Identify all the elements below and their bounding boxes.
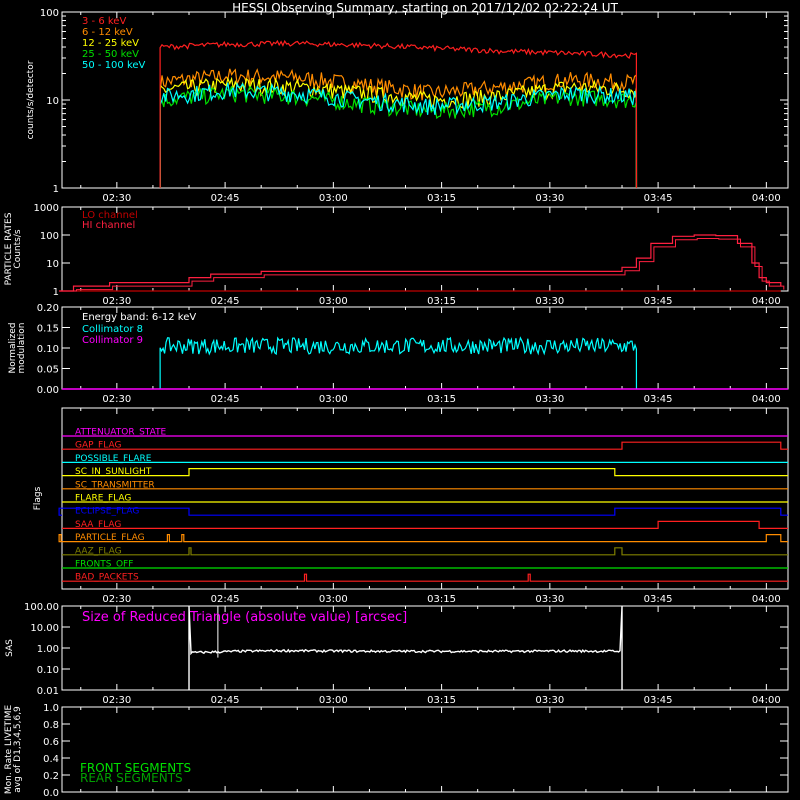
time-tick-label: 03:45	[644, 193, 673, 204]
panel-frame	[61, 407, 789, 590]
time-tick-label: 03:00	[319, 296, 348, 307]
time-tick-label: 02:30	[102, 695, 131, 706]
time-tick-label: 03:15	[427, 394, 456, 405]
time-tick-label: 03:15	[427, 695, 456, 706]
y-tick-label: 1.0	[43, 703, 59, 714]
time-tick-label: 03:30	[535, 193, 564, 204]
y-axis-title-2: Counts/s	[13, 229, 23, 268]
legend-entry-0: 3 - 6 keV	[82, 16, 126, 27]
legend-entry-3: 25 - 50 keV	[82, 49, 139, 60]
time-tick-label: 02:45	[211, 695, 240, 706]
time-tick-label: 04:00	[752, 296, 781, 307]
y-tick-label: 1	[53, 184, 59, 195]
particle-series-1	[59, 234, 782, 292]
time-tick-label: 02:30	[102, 594, 131, 605]
time-tick-label: 03:30	[535, 695, 564, 706]
y-tick-label: 100	[40, 231, 59, 242]
legend-entry-0: Collimator 8	[82, 324, 143, 335]
series-line-4	[159, 81, 638, 189]
flags-panel: 02:30 02:45 03:00 03:15 03:30 03:45 04:00 Flags…	[33, 407, 789, 605]
y-tick-label: 0.10	[37, 344, 59, 355]
count-rates-panel: 02:30 02:45 03:00 03:15 03:30 03:45 04:00 1 10 10…	[26, 8, 789, 204]
y-tick-label: 100	[40, 8, 59, 19]
time-tick-label: 04:00	[752, 193, 781, 204]
time-tick-label: 03:45	[644, 394, 673, 405]
y-tick-label: 0.8	[43, 720, 59, 731]
panel-frame	[61, 206, 789, 292]
y-tick-label: 100.00	[24, 602, 59, 613]
sas-panel: 02:30 02:45 03:00 03:15 03:30 03:45 04:00 0.01 0…	[5, 602, 789, 706]
y-tick-label: 0.6	[43, 737, 59, 748]
time-tick-label: 02:45	[211, 394, 240, 405]
time-tick-label: 03:15	[427, 193, 456, 204]
series-line-2	[159, 76, 638, 189]
series-line-0	[159, 39, 638, 189]
time-tick-label: 02:45	[211, 594, 240, 605]
legend-entry-1: REAR SEGMENTS	[80, 771, 183, 785]
flag-trace	[62, 468, 788, 477]
y-tick-label: 10	[46, 96, 59, 107]
y-axis-title: SAS	[5, 639, 15, 657]
flag-trace	[58, 534, 788, 543]
time-tick-label: 03:00	[319, 193, 348, 204]
time-tick-label: 02:30	[102, 296, 131, 307]
time-tick-label: 04:00	[752, 594, 781, 605]
time-tick-label: 03:45	[644, 594, 673, 605]
time-tick-label: 02:30	[102, 394, 131, 405]
legend-entry-1: Collimator 9	[82, 335, 143, 346]
time-tick-label: 02:45	[211, 193, 240, 204]
sas-annotation: Size of Reduced Triangle (absolute value…	[82, 610, 407, 625]
particle-rates-panel: 02:30 02:45 03:00 03:15 03:30 03:45 04:00 1 10 10…	[4, 203, 789, 307]
flag-trace	[62, 573, 788, 582]
legend-entry-1: 6 - 12 keV	[82, 27, 133, 38]
time-tick-label: 03:15	[427, 296, 456, 307]
time-tick-label: 03:30	[535, 296, 564, 307]
y-axis-title: counts/s/detector	[26, 60, 36, 139]
time-tick-label: 03:00	[319, 394, 348, 405]
livetime-panel: 0.00.20.40.60.81.0Mon. Rate LIVETIME avg …	[4, 703, 789, 799]
y-tick-label: 1	[53, 287, 59, 298]
y-tick-label: 10.00	[30, 623, 59, 634]
y-tick-label: 0.10	[37, 665, 59, 676]
time-tick-label: 03:30	[535, 394, 564, 405]
y-tick-label: 0.01	[37, 686, 59, 697]
time-tick-label: 04:00	[752, 695, 781, 706]
y-tick-label: 1000	[34, 203, 59, 214]
legend-entry-1: HI channel	[82, 220, 135, 231]
y-tick-label: 0.00	[37, 385, 59, 396]
y-tick-label: 1.00	[37, 644, 59, 655]
y-axis-title-2: avg of D1,3,4,5,6,9	[13, 706, 23, 793]
legend-entry-4: 50 - 100 keV	[82, 60, 146, 71]
time-tick-label: 03:30	[535, 594, 564, 605]
time-tick-label: 02:45	[211, 296, 240, 307]
time-tick-label: 04:00	[752, 394, 781, 405]
y-tick-label: 0.20	[37, 303, 59, 314]
flag-trace	[62, 547, 788, 556]
figure-title: HESSI Observing Summary, starting on 201…	[232, 1, 618, 15]
y-tick-label: 10	[46, 259, 59, 270]
y-tick-label: 0.4	[43, 754, 59, 765]
time-tick-label: 03:45	[644, 695, 673, 706]
y-tick-label: 0.0	[43, 788, 59, 799]
legend-entry-2: 12 - 25 keV	[82, 38, 139, 49]
time-tick-label: 03:00	[319, 695, 348, 706]
flag-trace	[62, 441, 788, 450]
time-tick-label: 03:00	[319, 594, 348, 605]
collimator-8-line	[159, 336, 638, 390]
time-tick-label: 02:30	[102, 193, 131, 204]
flag-trace	[58, 507, 788, 516]
y-axis-title: Flags	[33, 486, 43, 510]
energy-band-label: Energy band: 6-12 keV	[82, 312, 196, 323]
observing-summary-figure: HESSI Observing Summary, starting on 201…	[4, 1, 789, 799]
y-axis-title-2: modulation	[17, 323, 27, 374]
y-tick-label: 0.05	[37, 365, 59, 376]
y-tick-label: 0.2	[43, 771, 59, 782]
flag-trace	[62, 520, 788, 529]
plot-panels: 02:30 02:45 03:00 03:15 03:30 03:45 04:0011010…	[4, 8, 789, 799]
time-tick-label: 03:15	[427, 594, 456, 605]
modulation-panel: 02:30 02:45 03:00 03:15 03:30 03:45 04:00 0.00 0…	[8, 303, 789, 405]
y-tick-label: 0.15	[37, 324, 59, 335]
time-tick-label: 03:45	[644, 296, 673, 307]
